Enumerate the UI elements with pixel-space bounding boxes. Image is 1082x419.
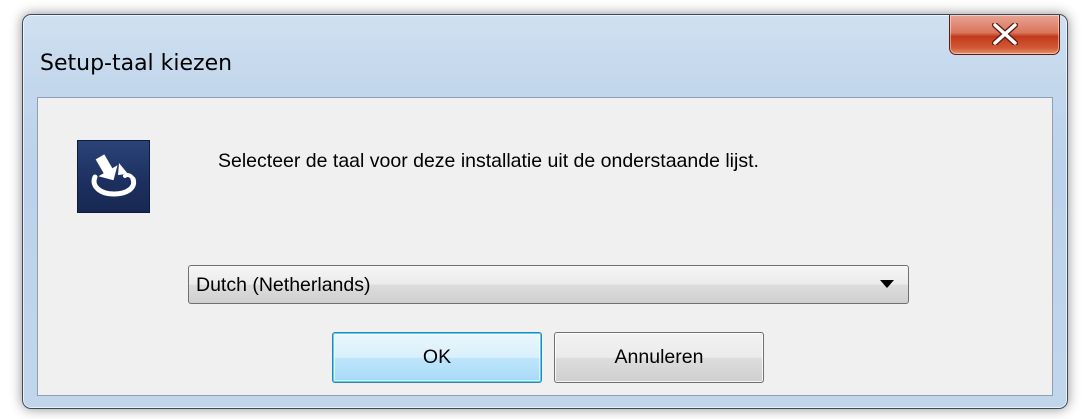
- dropdown-arrow-icon: [880, 280, 894, 288]
- close-button[interactable]: [949, 15, 1060, 55]
- setup-language-dialog: Setup-taal kiezen Selecteer de taal voor…: [22, 14, 1068, 409]
- cancel-button[interactable]: Annuleren: [554, 332, 764, 383]
- setup-installer-icon: [77, 140, 150, 213]
- window-title: Setup-taal kiezen: [40, 51, 233, 76]
- dialog-client-area: Selecteer de taal voor deze installatie …: [37, 97, 1053, 396]
- ok-button[interactable]: OK: [332, 332, 542, 383]
- language-select[interactable]: Dutch (Netherlands): [188, 265, 909, 304]
- close-icon: [992, 23, 1018, 45]
- instruction-text: Selecteer de taal voor deze installatie …: [218, 150, 759, 172]
- language-select-value: Dutch (Netherlands): [196, 274, 371, 296]
